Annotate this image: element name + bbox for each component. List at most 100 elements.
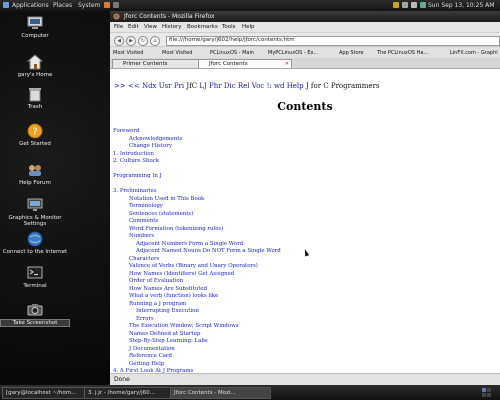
desktop-icon-graphics-monitor[interactable]: Graphics & Monitor Settings — [0, 197, 70, 227]
desktop-icon-label: Connect to the Internet — [2, 249, 68, 255]
window-titlebar[interactable]: Jforc Contents - Mozilla Firefox — [110, 11, 500, 22]
toc-link[interactable]: Getting Help — [113, 361, 281, 369]
taskbar-button[interactable]: Jforc Contents - Mozi... — [170, 387, 271, 399]
volume-icon[interactable] — [411, 2, 417, 8]
desktop-icon-get-started[interactable]: ? Get Started — [0, 123, 70, 147]
nav-link[interactable]: wd — [274, 82, 284, 90]
toc-link[interactable]: Programming In J — [113, 173, 281, 181]
tab-bar: Primer Contents ✕ Jforc Contents ✕ — [110, 58, 500, 69]
reload-icon[interactable]: ↻ — [138, 36, 148, 46]
toc-link[interactable]: Change History — [113, 143, 281, 151]
toc-link[interactable]: How Names (Identifiers) Get Assigned — [113, 271, 281, 279]
nav-link[interactable]: Voc — [252, 82, 265, 90]
toc-link[interactable]: Acknowledgements — [113, 136, 281, 144]
bookmark-item[interactable]: MyPCLinuxOS - Ex... — [268, 50, 318, 56]
bookmark-item[interactable]: App Store — [339, 50, 364, 56]
tab-label: Jforc Contents — [209, 61, 248, 67]
main-menu-icon[interactable] — [3, 2, 9, 8]
places-menu[interactable]: Places — [53, 2, 72, 9]
nav-link[interactable]: << — [128, 82, 140, 90]
toc-link[interactable]: Running a J program — [113, 301, 281, 309]
desktop-icon-help-forum[interactable]: Help Forum — [0, 162, 70, 186]
applications-menu[interactable]: Applications — [12, 2, 49, 9]
bookmark-item[interactable]: LinFX.com - Graphi — [450, 50, 498, 56]
close-tab-icon[interactable]: ✕ — [285, 60, 289, 68]
bookmark-item[interactable]: The PCLinuxOS Ha... — [377, 50, 428, 56]
desktop-icon-label: Terminal — [23, 283, 47, 289]
toc-link[interactable]: Errors — [113, 316, 281, 324]
toc-link[interactable]: Notation Used in This Book — [113, 196, 281, 204]
nav-link[interactable]: Pri — [174, 82, 184, 90]
toc-link[interactable]: 1. Introduction — [113, 151, 281, 159]
toc-link[interactable]: What a verb (function) looks like — [113, 293, 281, 301]
toc-link[interactable]: Interrupting Execution — [113, 308, 281, 316]
desktop-icon-trash[interactable]: Trash — [0, 86, 70, 110]
menu-bookmarks[interactable]: Bookmarks — [187, 24, 218, 30]
toc-link[interactable]: Comments — [113, 218, 281, 226]
terminal-icon — [27, 266, 43, 279]
home-icon[interactable]: ⌂ — [150, 36, 160, 46]
toc-link[interactable]: Terminology — [113, 203, 281, 211]
nav-link[interactable]: Phr — [209, 82, 222, 90]
desktop-icon-computer[interactable]: Computer — [0, 15, 70, 39]
desktop-icon-terminal[interactable]: Terminal — [0, 265, 70, 289]
workspace-switcher-icon[interactable] — [482, 388, 492, 397]
bookmark-item[interactable]: PCLinuxOS - Main — [210, 50, 254, 56]
toc-link[interactable]: Reference Card — [113, 353, 281, 361]
menu-edit[interactable]: Edit — [128, 24, 139, 30]
url-bar[interactable]: file:///home/gary/j602/help/jforc/conten… — [166, 36, 500, 46]
menu-tools[interactable]: Tools — [222, 24, 236, 30]
clock[interactable]: Sun Sep 13, 10:25 AM — [428, 2, 494, 9]
nav-link[interactable]: LJ — [199, 82, 206, 90]
toc-link[interactable]: Names Defined at Startup — [113, 331, 281, 339]
toc-link[interactable]: Foreword — [113, 128, 281, 136]
firefox-launcher-icon[interactable] — [104, 2, 110, 8]
nav-link[interactable]: Help — [287, 82, 304, 90]
nav-link[interactable]: Ndx — [142, 82, 157, 90]
desktop-icon-connect-internet[interactable]: Connect to the Internet — [0, 231, 70, 255]
toc-link[interactable]: J Documentation — [113, 346, 281, 354]
desktop-icon-take-screenshot[interactable]: Take Screenshot — [0, 301, 70, 327]
url-text: file:///home/gary/j602/help/jforc/conten… — [169, 37, 295, 43]
menu-bar: File Edit View History Bookmarks Tools H… — [110, 22, 500, 32]
taskbar-button[interactable]: 3. j.jr - /home/gary/j60... — [84, 387, 173, 399]
nav-link[interactable]: Dic — [224, 82, 236, 90]
update-notifier-icon[interactable] — [393, 2, 399, 8]
nav-link[interactable]: Rel — [238, 82, 250, 90]
top-panel: Applications Places System Sun Sep 13, 1… — [0, 0, 500, 11]
toc-link[interactable]: 2. Culture Shock — [113, 158, 281, 166]
toc-link[interactable]: Order of Evaluation — [113, 278, 281, 286]
toc-link[interactable]: Step-By-Step Learning: Labs — [113, 338, 281, 346]
toc-link[interactable]: Valence of Verbs (Binary and Unary Opera… — [113, 263, 281, 271]
toc-link[interactable]: Word Formation (tokenizing rules) — [113, 226, 281, 234]
network-icon[interactable] — [402, 2, 408, 8]
toc-link[interactable]: 3. Preliminaries — [113, 188, 281, 196]
trash-icon — [29, 88, 41, 102]
desktop-icon-home[interactable]: gary's Home — [0, 54, 70, 78]
menu-file[interactable]: File — [114, 24, 123, 30]
clipboard-icon[interactable] — [420, 2, 426, 8]
toc-link[interactable]: How Names Are Substituted — [113, 286, 281, 294]
menu-view[interactable]: View — [144, 24, 157, 30]
bookmark-item[interactable]: Most Visited — [162, 50, 192, 56]
forward-arrow-icon[interactable]: ▶ — [126, 36, 136, 46]
terminal-launcher-icon[interactable] — [113, 2, 119, 8]
toc-link[interactable]: Numbers — [113, 233, 281, 241]
toc-link[interactable]: Characters — [113, 256, 281, 264]
toc-link[interactable]: Adjacent Numbers Form a Single Word — [113, 241, 281, 249]
nav-link[interactable]: JfC — [186, 82, 197, 90]
nav-link[interactable]: !: — [267, 82, 272, 90]
bookmark-item[interactable]: Most Visited — [113, 50, 143, 56]
toc-link[interactable]: The Execution Window; Script Windows — [113, 323, 281, 331]
nav-link[interactable]: Usr — [159, 82, 172, 90]
nav-link[interactable]: >> — [114, 82, 126, 90]
menu-history[interactable]: History — [162, 24, 182, 30]
toc-link[interactable]: Adjacent Named Nouns Do NOT Form a Singl… — [113, 248, 281, 256]
back-arrow-icon[interactable]: ◀ — [114, 36, 124, 46]
menu-help[interactable]: Help — [242, 24, 255, 30]
firefox-window: Jforc Contents - Mozilla Firefox File Ed… — [110, 11, 500, 386]
system-menu[interactable]: System — [78, 2, 100, 9]
tab-jforc-contents[interactable]: Jforc Contents ✕ — [198, 59, 292, 68]
tab-primer-contents[interactable]: Primer Contents ✕ — [112, 59, 206, 68]
toc-link[interactable]: Sentences (statements) — [113, 211, 281, 219]
